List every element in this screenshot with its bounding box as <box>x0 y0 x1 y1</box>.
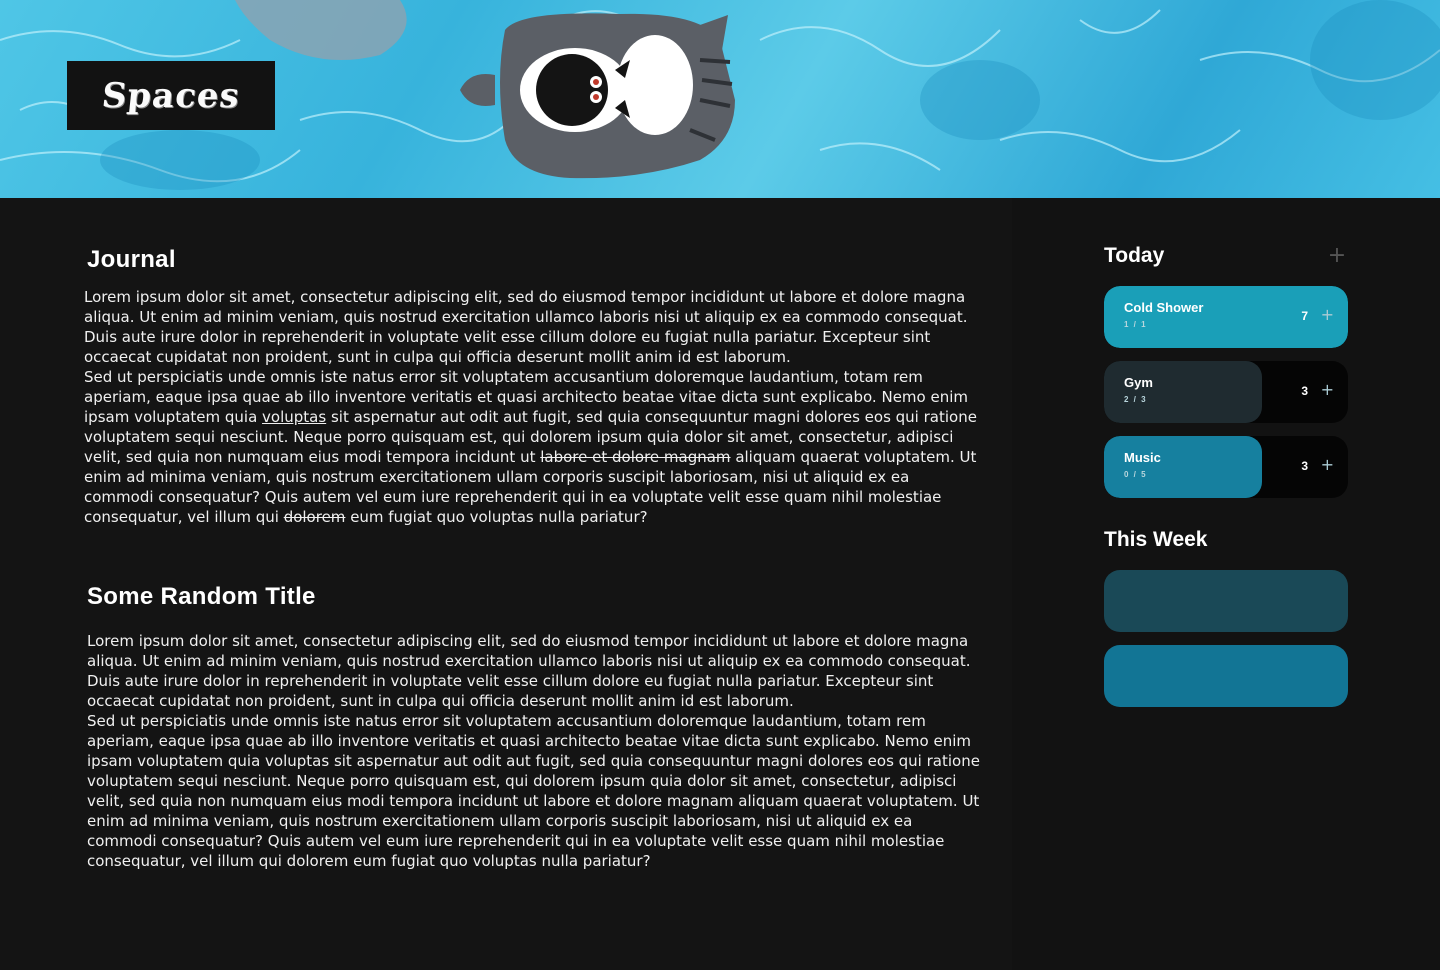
brand-title: Spaces <box>99 75 243 116</box>
this-week-title: This Week <box>1104 528 1208 551</box>
week-card[interactable] <box>1104 570 1348 632</box>
habit-name: Music <box>1124 450 1161 465</box>
habit-progress: 1 / 1 <box>1124 320 1148 329</box>
habit-card-cold-shower[interactable]: Cold Shower 1 / 1 7 + <box>1104 286 1348 348</box>
section-paragraph-2: Sed ut perspiciatis unde omnis iste natu… <box>87 712 980 870</box>
habit-streak: 7 <box>1301 309 1308 323</box>
strikethrough-text: labore et dolore magnam <box>540 448 731 466</box>
plus-icon[interactable]: + <box>1321 456 1334 474</box>
section-title: Some Random Title <box>87 583 316 610</box>
habit-card-gym[interactable]: Gym 2 / 3 3 + <box>1104 361 1348 423</box>
header-banner: Spaces <box>0 0 1440 198</box>
habit-name: Cold Shower <box>1124 300 1204 315</box>
habit-progress-fill <box>1104 436 1262 498</box>
journal-paragraph-2: Sed ut perspiciatis unde omnis iste natu… <box>84 368 977 526</box>
habit-progress: 2 / 3 <box>1124 395 1148 404</box>
add-habit-button[interactable]: + <box>1327 245 1347 267</box>
link-voluptas[interactable]: voluptas <box>262 408 326 426</box>
habit-progress-fill <box>1104 286 1348 348</box>
habit-card-music[interactable]: Music 0 / 5 3 + <box>1104 436 1348 498</box>
habit-name: Gym <box>1124 375 1153 390</box>
plus-icon[interactable]: + <box>1321 381 1334 399</box>
week-card[interactable] <box>1104 645 1348 707</box>
habit-streak: 3 <box>1301 384 1308 398</box>
habit-progress: 0 / 5 <box>1124 470 1148 479</box>
plus-icon[interactable]: + <box>1321 306 1334 324</box>
today-title: Today <box>1104 244 1165 267</box>
journal-title: Journal <box>87 246 176 273</box>
section-paragraph-1: Lorem ipsum dolor sit amet, consectetur … <box>87 632 971 710</box>
habit-streak: 3 <box>1301 459 1308 473</box>
strikethrough-text: dolorem <box>283 508 346 526</box>
brand-logo[interactable]: Spaces <box>67 61 275 130</box>
habit-progress-fill <box>1104 361 1262 423</box>
journal-body[interactable]: Lorem ipsum dolor sit amet, consectetur … <box>84 287 979 527</box>
section-body[interactable]: Lorem ipsum dolor sit amet, consectetur … <box>87 631 982 871</box>
journal-paragraph-1: Lorem ipsum dolor sit amet, consectetur … <box>84 288 968 366</box>
